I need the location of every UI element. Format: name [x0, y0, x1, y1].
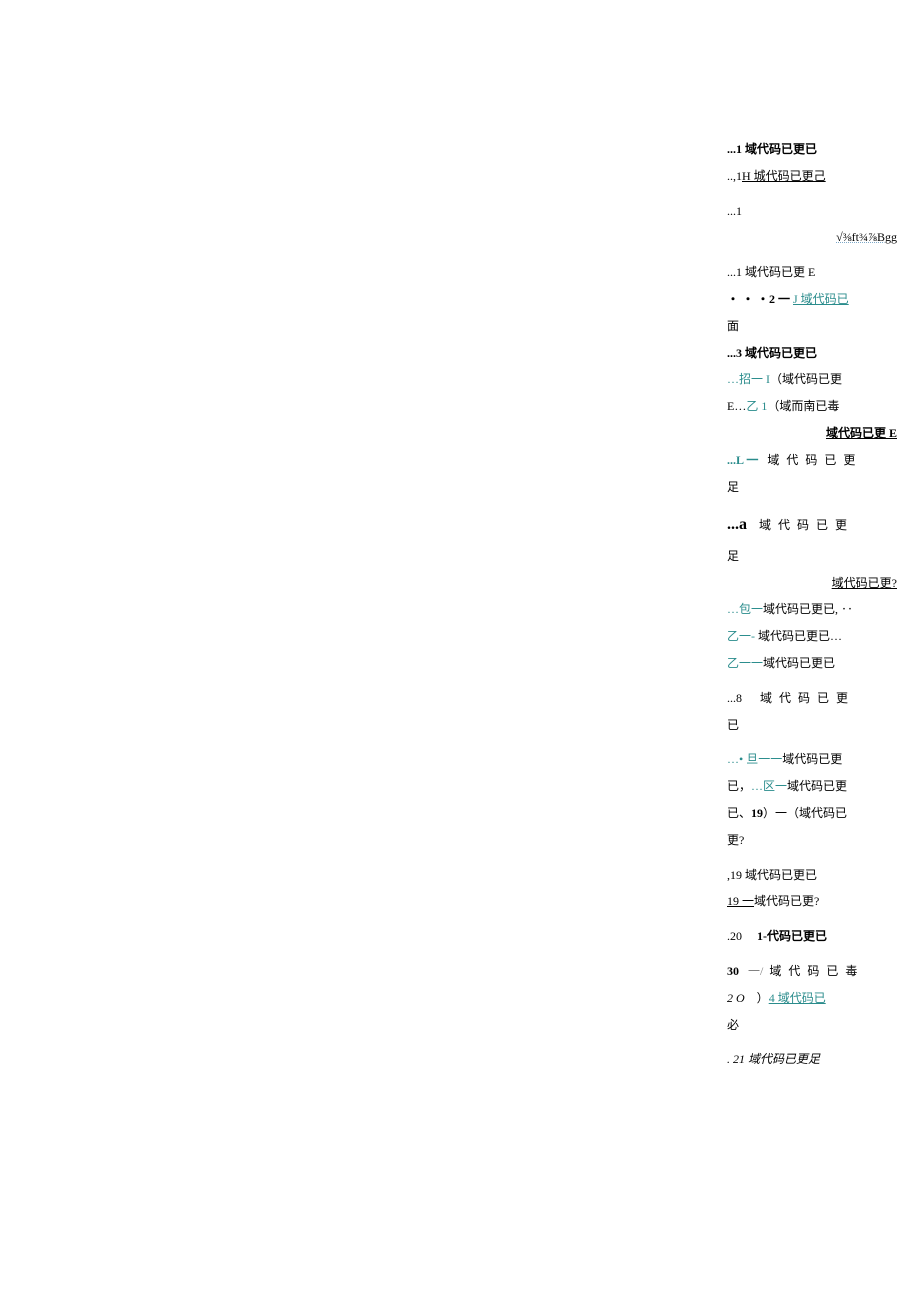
anno-17-text: 域代码已更已, ‥	[763, 602, 853, 616]
anno-18-text: 域代码已更已…	[758, 629, 842, 643]
anno-line-9: …招一 I（域代码已更	[727, 368, 897, 391]
anno-line-1: ...1 域代码已更已	[727, 138, 897, 161]
anno-line-16: 域代码已更?	[727, 572, 897, 595]
anno-27-prefix: 19 一	[727, 894, 754, 908]
anno-2-prefix: ..,1	[727, 169, 742, 183]
anno-10-yi: 乙 1	[746, 399, 767, 413]
anno-6-link: J 域代码已	[793, 292, 849, 306]
anno-18-prefix: 乙一-	[727, 629, 755, 643]
anno-22-text: 域代码已更	[782, 752, 842, 766]
anno-17-prefix: …包一	[727, 602, 763, 616]
anno-9-text: （域代码已更	[770, 372, 842, 386]
anno-line-21: 已	[727, 714, 897, 737]
anno-30-paren: ）	[757, 991, 769, 1005]
anno-line-22: …• 旦一一域代码已更	[727, 748, 897, 771]
anno-4-text: √⅜ft¾⅞Bgg	[836, 230, 897, 244]
anno-29-slash: 一/	[748, 964, 763, 978]
anno-line-7: 面	[727, 315, 897, 338]
anno-line-18: 乙一- 域代码已更已…	[727, 625, 897, 648]
anno-29-text: 域 代 码 已 毒	[769, 964, 859, 978]
anno-16-text: 域代码已更?	[832, 576, 897, 590]
anno-23-qu: …区一	[751, 779, 787, 793]
anno-line-23: 已，…区一域代码已更	[727, 775, 897, 798]
anno-line-32: . 21 域代码已更足	[727, 1048, 897, 1071]
anno-line-19: 乙一一域代码已更已	[727, 652, 897, 675]
anno-22-prefix: …• 旦一一	[727, 752, 782, 766]
anno-12-prefix: ...L 一	[727, 453, 758, 467]
anno-12-text: 域 代 码 已 更	[767, 453, 857, 467]
anno-line-17: …包一域代码已更已, ‥	[727, 598, 897, 621]
anno-line-11: 域代码已更 E	[727, 422, 897, 445]
anno-24-yi: 已、	[727, 806, 751, 820]
anno-line-12: ...L 一 域 代 码 已 更	[727, 449, 897, 472]
anno-line-30: 2 O ）4 域代码已	[727, 987, 897, 1010]
anno-20-prefix: ...8	[727, 691, 742, 705]
anno-line-20: ...8 域 代 码 已 更	[727, 687, 897, 710]
anno-30-2o: 2 O	[727, 991, 745, 1005]
anno-24-19: 19	[751, 806, 763, 820]
anno-20-text: 域 代 码 已 更	[760, 691, 850, 705]
anno-line-5: ...1 域代码已更 E	[727, 261, 897, 284]
anno-line-4: √⅜ft¾⅞Bgg	[727, 226, 897, 249]
anno-line-6: ・ ・ ・2 一 J 域代码已	[727, 288, 897, 311]
anno-line-24: 已、19）一（域代码已	[727, 802, 897, 825]
anno-28-prefix: .20	[727, 929, 742, 943]
anno-line-29: 30 一/ 域 代 码 已 毒	[727, 960, 897, 983]
anno-29-30: 30	[727, 964, 739, 978]
anno-23-yi: 已，	[727, 779, 751, 793]
anno-10-e: E…	[727, 399, 746, 413]
annotation-column: ...1 域代码已更已 ..,1H 城代码已更己 ...1 √⅜ft¾⅞Bgg …	[727, 138, 897, 1075]
anno-line-14: ...a 域 代 码 已 更	[727, 510, 897, 540]
anno-14-text: 域 代 码 已 更	[759, 518, 849, 532]
anno-10-rest: （域而南已毒	[767, 399, 839, 413]
anno-line-31: 必	[727, 1014, 897, 1037]
anno-9-prefix: …招一 I	[727, 372, 770, 386]
anno-19-prefix: 乙一一	[727, 656, 763, 670]
anno-19-text: 域代码已更已	[763, 656, 835, 670]
anno-line-15: 足	[727, 545, 897, 568]
anno-line-28: .20 1-代码已更已	[727, 925, 897, 948]
anno-2-link: H 城代码已更己	[742, 169, 826, 183]
anno-line-27: 19 一域代码已更?	[727, 890, 897, 913]
anno-line-3: ...1	[727, 200, 897, 223]
anno-30-link: 4 域代码已	[769, 991, 826, 1005]
anno-line-13: 足	[727, 476, 897, 499]
anno-28-text: 1-代码已更已	[757, 929, 827, 943]
anno-line-26: ,19 域代码已更已	[727, 864, 897, 887]
anno-14-a: ...a	[727, 516, 747, 533]
anno-line-2: ..,1H 城代码已更己	[727, 165, 897, 188]
anno-line-25: 更?	[727, 829, 897, 852]
anno-6-dots: ・ ・ ・2 一	[727, 292, 793, 306]
anno-line-10: E…乙 1（域而南已毒	[727, 395, 897, 418]
anno-11-text: 域代码已更 E	[826, 426, 897, 440]
anno-27-text: 域代码已更?	[754, 894, 819, 908]
anno-24-text: ）一（域代码已	[763, 806, 847, 820]
anno-line-8: ...3 域代码已更已	[727, 342, 897, 365]
anno-23-text: 域代码已更	[787, 779, 847, 793]
